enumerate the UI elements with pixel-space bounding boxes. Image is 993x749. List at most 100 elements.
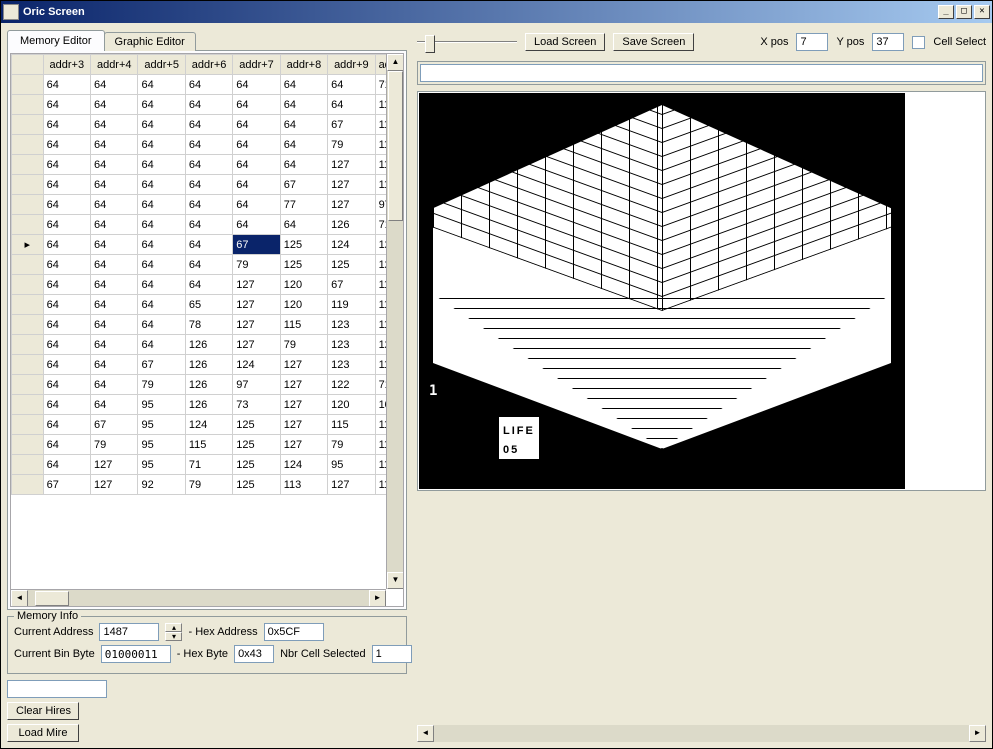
row-header[interactable] <box>12 255 44 275</box>
grid-cell[interactable]: 127 <box>91 475 138 495</box>
grid-header[interactable]: addr+5 <box>138 55 185 75</box>
grid-cell[interactable]: 120 <box>280 295 327 315</box>
table-row[interactable]: 6464641261277912312 <box>12 335 403 355</box>
grid-cell[interactable]: 64 <box>43 435 90 455</box>
grid-cell[interactable]: 64 <box>43 75 90 95</box>
xpos-input[interactable] <box>796 33 828 51</box>
grid-cell[interactable]: 120 <box>280 275 327 295</box>
grid-cell[interactable]: 64 <box>91 315 138 335</box>
text-input[interactable] <box>7 680 107 698</box>
grid-cell[interactable]: 64 <box>138 175 185 195</box>
grid-cell[interactable]: 64 <box>185 135 232 155</box>
grid-cell[interactable]: 64 <box>233 155 280 175</box>
grid-cell[interactable]: 119 <box>328 295 375 315</box>
grid-cell[interactable]: 124 <box>280 455 327 475</box>
grid-cell[interactable]: 64 <box>43 315 90 335</box>
rscroll-left-icon[interactable]: ◄ <box>417 725 434 742</box>
grid-cell[interactable]: 64 <box>185 115 232 135</box>
grid-cell[interactable]: 64 <box>233 195 280 215</box>
grid-cell[interactable]: 67 <box>280 175 327 195</box>
grid-cell[interactable]: 127 <box>280 375 327 395</box>
scroll-thumb-h[interactable] <box>35 591 69 606</box>
scroll-down-icon[interactable]: ▼ <box>387 572 404 589</box>
row-header[interactable] <box>12 155 44 175</box>
grid-cell[interactable]: 64 <box>91 375 138 395</box>
row-header[interactable]: ▸ <box>12 235 44 255</box>
ypos-input[interactable] <box>872 33 904 51</box>
grid-cell[interactable]: 64 <box>91 155 138 175</box>
row-header[interactable] <box>12 95 44 115</box>
grid-cell[interactable]: 127 <box>280 395 327 415</box>
grid-cell[interactable]: 64 <box>185 215 232 235</box>
grid-cell[interactable]: 124 <box>328 235 375 255</box>
grid-cell[interactable]: 79 <box>233 255 280 275</box>
grid-cell[interactable]: 64 <box>43 255 90 275</box>
grid-cell[interactable]: 120 <box>328 395 375 415</box>
table-row[interactable]: 6464646464646471 <box>12 75 403 95</box>
table-row[interactable]: 6464646512712011911 <box>12 295 403 315</box>
grid-horizontal-scrollbar[interactable]: ◄ ► <box>11 589 386 606</box>
grid-cell[interactable]: 64 <box>185 175 232 195</box>
nbr-cell-input[interactable] <box>372 645 412 663</box>
grid-cell[interactable]: 127 <box>233 315 280 335</box>
minimize-button[interactable]: _ <box>938 5 954 19</box>
table-row[interactable]: 6464646464647911 <box>12 135 403 155</box>
table-row[interactable]: 64646464647712797 <box>12 195 403 215</box>
grid-cell[interactable]: 64 <box>43 275 90 295</box>
row-header[interactable] <box>12 395 44 415</box>
grid-cell[interactable]: 127 <box>328 175 375 195</box>
titlebar[interactable]: Oric Screen _ □ ✕ <box>1 1 992 23</box>
row-header[interactable] <box>12 175 44 195</box>
maximize-button[interactable]: □ <box>956 5 972 19</box>
table-row[interactable]: 67127927912511312711 <box>12 475 403 495</box>
grid-cell[interactable]: 126 <box>185 355 232 375</box>
grid-cell[interactable]: 64 <box>138 315 185 335</box>
grid-cell[interactable]: 64 <box>91 115 138 135</box>
grid-cell[interactable]: 64 <box>91 355 138 375</box>
grid-cell[interactable]: 67 <box>43 475 90 495</box>
grid-cell[interactable]: 126 <box>185 375 232 395</box>
grid-cell[interactable]: 64 <box>91 215 138 235</box>
cell-select-checkbox[interactable] <box>912 36 925 49</box>
tab-memory-editor[interactable]: Memory Editor <box>7 30 105 51</box>
grid-cell[interactable]: 73 <box>233 395 280 415</box>
grid-cell[interactable]: 64 <box>185 195 232 215</box>
grid-cell[interactable]: 64 <box>328 75 375 95</box>
row-header[interactable] <box>12 435 44 455</box>
grid-cell[interactable]: 64 <box>43 295 90 315</box>
grid-header[interactable] <box>12 55 44 75</box>
table-row[interactable]: 6464646464646411 <box>12 95 403 115</box>
grid-header[interactable]: addr+6 <box>185 55 232 75</box>
grid-cell[interactable]: 79 <box>328 435 375 455</box>
grid-cell[interactable]: 64 <box>43 335 90 355</box>
grid-cell[interactable]: 64 <box>91 75 138 95</box>
address-down-icon[interactable]: ▾ <box>165 632 182 641</box>
grid-cell[interactable]: 125 <box>233 455 280 475</box>
grid-cell[interactable]: 64 <box>280 115 327 135</box>
grid-cell[interactable]: 125 <box>328 255 375 275</box>
grid-cell[interactable]: 122 <box>328 375 375 395</box>
grid-cell[interactable]: 64 <box>233 75 280 95</box>
table-row[interactable]: 6464951267312712010 <box>12 395 403 415</box>
grid-cell[interactable]: 126 <box>185 335 232 355</box>
row-header[interactable] <box>12 335 44 355</box>
row-header[interactable] <box>12 295 44 315</box>
tab-graphic-editor[interactable]: Graphic Editor <box>104 32 196 51</box>
grid-cell[interactable]: 64 <box>91 235 138 255</box>
grid-cell[interactable]: 79 <box>138 375 185 395</box>
grid-cell[interactable]: 127 <box>328 155 375 175</box>
scroll-left-icon[interactable]: ◄ <box>11 590 28 607</box>
grid-cell[interactable]: 95 <box>328 455 375 475</box>
grid-cell[interactable]: 125 <box>233 435 280 455</box>
scroll-up-icon[interactable]: ▲ <box>387 54 404 71</box>
grid-cell[interactable]: 64 <box>138 135 185 155</box>
grid-cell[interactable]: 123 <box>328 335 375 355</box>
grid-cell[interactable]: 64 <box>43 215 90 235</box>
grid-cell[interactable]: 64 <box>233 95 280 115</box>
grid-cell[interactable]: 64 <box>91 135 138 155</box>
table-row[interactable]: 64646464646712711 <box>12 175 403 195</box>
grid-header[interactable]: addr+8 <box>280 55 327 75</box>
grid-cell[interactable]: 64 <box>138 235 185 255</box>
grid-vertical-scrollbar[interactable]: ▲ ▼ <box>386 54 403 589</box>
grid-cell[interactable]: 64 <box>233 175 280 195</box>
